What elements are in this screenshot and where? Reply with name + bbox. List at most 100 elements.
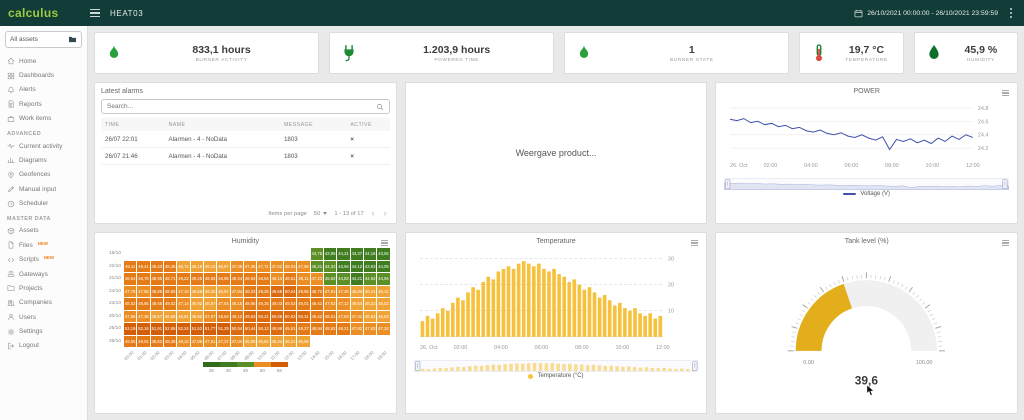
sidebar-item-alerts[interactable]: Alerts [0,83,87,97]
heatmap-cell: 49,03 [271,298,283,310]
chart-context-menu-icon[interactable] [1001,89,1010,97]
heatmap-cell: 49,22 [177,273,189,285]
legend-dot-marker [528,374,533,379]
heatmap-cell: 49,01 [297,298,309,310]
chart-context-menu-icon[interactable] [380,239,389,247]
heatmap-cell: 44,12 [351,261,363,273]
date-range-picker[interactable]: 26/10/2021 00:00:00 - 26/10/2021 23:59:5… [854,9,998,18]
sidebar-item-geofences[interactable]: Geofences [0,168,87,182]
heatmap-column-label: 10:00 [257,348,269,361]
heatmap-cell: 48,94 [244,273,256,285]
search-icon[interactable] [376,103,384,111]
temperature-chart-navigator[interactable] [414,359,699,371]
heatmap-cell: 48,51 [284,273,296,285]
heatmap-cell: 44,62 [364,273,376,285]
svg-text:08:00: 08:00 [575,345,589,351]
search-input[interactable] [107,103,376,110]
heatmap-column-label: 05:00 [191,348,203,361]
topbar-kebab-menu-icon[interactable] [1006,7,1016,18]
svg-text:24.8: 24.8 [978,106,989,112]
app-logo[interactable]: calculus [8,6,80,20]
heatmap-row-label: 20/10 [101,311,123,323]
sidebar-item-diagrams[interactable]: Diagrams [0,153,87,167]
heatmap-cell: 49,63 [244,311,256,323]
heatmap-cell: 47,25 [337,286,349,298]
heatmap-cell: 48,66 [151,298,163,310]
heatmap-cell: 45,21 [311,261,323,273]
heatmap-cell: 49,42 [311,311,323,323]
droplet-icon [924,43,944,63]
sidebar-item-scripts[interactable]: ScriptsNEW [0,253,87,267]
heatmap-cell: 48,36 [164,336,176,348]
heatmap-cell: 47,62 [271,261,283,273]
heatmap-cell: 47,45 [244,261,256,273]
sidebar-item-files[interactable]: FilesNEW [0,238,87,252]
sidebar-item-dashboards[interactable]: Dashboards [0,68,87,82]
power-legend[interactable]: Voltage (V) [722,191,1011,197]
power-chart-navigator[interactable] [724,177,1009,189]
panel-temperature: Temperature 10203026. Oct02:0004:0006:00… [405,232,708,414]
chart-context-menu-icon[interactable] [690,239,699,247]
heatmap-cell [244,248,256,260]
sidebar-item-projects[interactable]: Projects [0,281,87,295]
heatmap-cell [164,248,176,260]
sidebar-item-reports[interactable]: Reports [0,97,87,111]
heatmap-cell: 48,65 [164,286,176,298]
sidebar-item-gateways[interactable]: Gateways [0,267,87,281]
items-per-page-label: Items per page [268,211,307,217]
heatmap-cell [217,248,229,260]
column-header-message[interactable]: MESSAGE [280,118,346,131]
heatmap-cell [231,248,243,260]
manual-input-icon [7,185,15,193]
sidebar-item-work-items[interactable]: Work items [0,112,87,126]
kpi-label: TEMPERATURE [834,58,898,63]
items-per-page-select[interactable]: 50 [314,211,327,217]
heatmap-cell: 46,97 [217,286,229,298]
heatmap-cell: 48,61 [324,311,336,323]
heatmap-cell: 51,91 [151,323,163,335]
heatmap-cell: 46,12 [204,261,216,273]
sidebar-item-scheduler[interactable]: Scheduler [0,196,87,210]
heatmap-cell: 44,83 [337,273,349,285]
sidebar-item-settings[interactable]: Settings [0,324,87,338]
sidebar-item-companies[interactable]: Companies [0,296,87,310]
heatmap-cell: 47,23 [311,273,323,285]
heatmap-cell: 49,55 [124,336,136,348]
sidebar-item-label: Files [19,242,33,249]
sidebar: All assets HomeDashboardsAlertsReportsWo… [0,26,88,420]
heatmap-cell: 49,01 [137,336,149,348]
sidebar-item-label: Logout [19,342,39,349]
heatmap-cell: 46,84 [351,286,363,298]
sidebar-item-logout[interactable]: Logout [0,339,87,353]
heatmap-cell: 46,23 [364,298,376,310]
asset-selector[interactable]: All assets [5,31,82,48]
sidebar-item-home[interactable]: Home [0,54,87,68]
column-header-name[interactable]: NAME [165,118,280,131]
previous-page-button[interactable]: ‹ [371,209,376,218]
alarm-row[interactable]: 26/07 21:46Alarmen - 4 - NoData1803× [101,148,390,165]
sidebar-item-users[interactable]: Users [0,310,87,324]
sidebar-item-manual-input[interactable]: Manual input [0,182,87,196]
heatmap-cell: 46,12 [377,286,389,298]
heatmap-cell: 49,53 [284,298,296,310]
temperature-legend[interactable]: Temperature (°C) [412,373,701,379]
heatmap-column-label: 17:00 [351,348,363,361]
svg-text:24.6: 24.6 [978,119,989,125]
kpi-card-burner-activity: 833,1 hoursBURNER ACTIVITY [94,32,319,74]
heatmap-cell [324,336,336,348]
alarm-row[interactable]: 26/07 22:01Alarmen - 4 - NoData1803× [101,131,390,148]
heatmap-cell [151,248,163,260]
heatmap-cell: 47,96 [124,311,136,323]
sidebar-item-assets[interactable]: Assets [0,224,87,238]
column-header-active[interactable]: ACTIVE [346,118,389,131]
menu-toggle-icon[interactable] [88,7,102,19]
sidebar-item-current-activity[interactable]: Current activity [0,139,87,153]
heatmap-cell: 47,12 [337,298,349,310]
power-chart-title: POWER [722,88,1011,95]
heatmap-cell: 46,15 [191,261,203,273]
next-page-button[interactable]: › [383,209,388,218]
column-header-time[interactable]: TIME [101,118,165,131]
heatmap-cell [311,336,323,348]
heatmap-cell: 49,25 [257,286,269,298]
chart-context-menu-icon[interactable] [1001,239,1010,247]
